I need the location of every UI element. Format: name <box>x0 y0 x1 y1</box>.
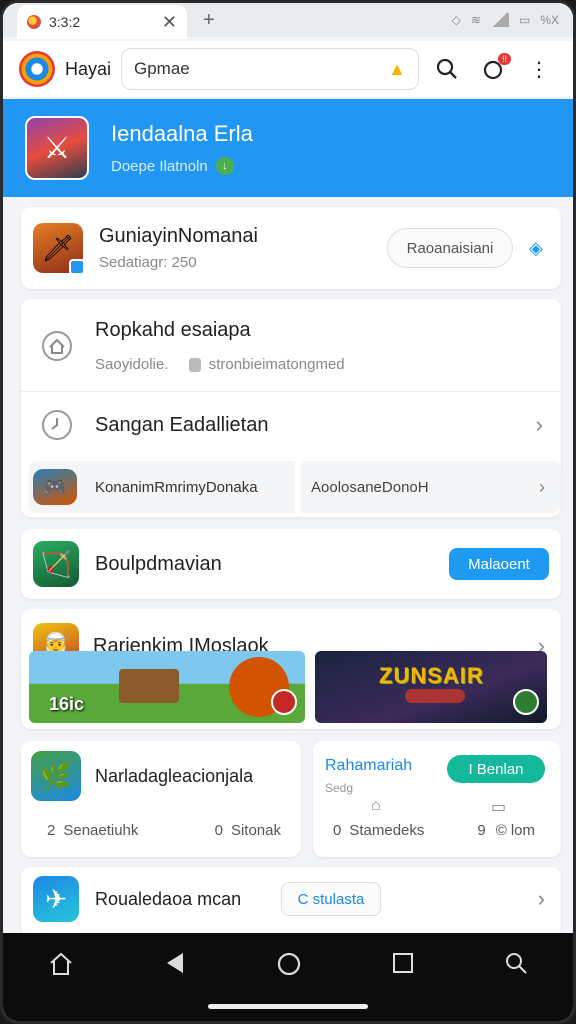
wifi-icon: ≋ <box>470 13 481 27</box>
copyright-icon: © <box>495 822 507 839</box>
stat-count: 0 <box>333 822 342 839</box>
game-title: GuniayinNomanai <box>99 225 258 247</box>
menu-row-title: Sangan Eadallietan <box>95 413 269 436</box>
clock-icon <box>42 410 72 440</box>
game-title: Boulpdmavian <box>95 552 222 575</box>
menu-subtitle-left: Saoyidolie. <box>95 356 169 373</box>
strip-left-text: KonanimRmrimyDonaka <box>95 478 258 496</box>
menu-row-home[interactable]: Ropkahd esaiapa Saoyidolie. stronbieimat… <box>21 299 561 373</box>
banner-tag: 16ic <box>49 694 85 714</box>
stat-label: lom <box>510 822 535 839</box>
game-card-1[interactable]: 🗡 GuniayinNomanai Sedatiagr: 250 Raoanai… <box>21 207 561 289</box>
stat-label: Stamedeks <box>349 822 425 839</box>
search-icon[interactable] <box>504 951 528 975</box>
home-icon <box>42 331 72 361</box>
game-card-3[interactable]: 🏹 Boulpdmavian Malaoent <box>21 529 561 599</box>
menu-title: Ropkahd esaiapa <box>95 319 251 341</box>
search-field[interactable]: Gpmae ▲ <box>121 48 419 90</box>
stat-count: 9 <box>477 822 486 839</box>
menu-card: Ropkahd esaiapa Saoyidolie. stronbieimat… <box>21 299 561 517</box>
stats-card-right[interactable]: Rahamariah Sedg I Benlan ⌂ ▭ 0 Stamedeks… <box>313 741 561 857</box>
game-banner-2[interactable]: ZUNSAIR <box>315 651 547 723</box>
card-title: Narladagleacionjala <box>95 765 254 786</box>
recents-icon[interactable] <box>391 951 415 975</box>
tab-favicon-icon <box>27 15 41 29</box>
game-banner-1[interactable]: 16ic <box>29 651 305 723</box>
download-icon[interactable]: ↓ <box>215 157 234 175</box>
game-subtitle: Sedatiagr: 250 <box>99 254 197 271</box>
menu-row-settings[interactable]: Sangan Eadallietan › <box>41 409 543 441</box>
tag-icon <box>188 358 201 373</box>
shield-icon: ◇ <box>451 13 461 27</box>
chevron-right-icon[interactable]: › <box>538 886 545 912</box>
home-circle-icon[interactable] <box>276 951 302 977</box>
signal-icon <box>490 13 509 27</box>
game-thumbnail: ✈ <box>33 876 79 922</box>
tab-title: 3:3:2 <box>49 14 81 30</box>
menu-subtitle-right: stronbieimatongmed <box>208 356 345 373</box>
new-tab-icon[interactable]: + <box>203 9 215 32</box>
warning-icon[interactable]: ▲ <box>388 59 406 80</box>
status-text: %X <box>540 13 559 27</box>
banner-logo: ZUNSAIR <box>379 663 484 688</box>
bottom-navigation <box>3 933 573 1021</box>
diamond-icon[interactable]: ◈ <box>529 238 549 259</box>
strip-thumbnail: 🎮 <box>33 469 77 505</box>
browser-tab[interactable]: 3:3:2 ✕ <box>17 5 187 39</box>
chevron-right-icon[interactable]: › <box>539 477 545 498</box>
notifications-icon[interactable]: !! <box>475 51 511 87</box>
game-thumbnail: 🗡 <box>33 223 85 275</box>
action-button[interactable]: Raoanaisiani <box>387 228 513 268</box>
card-title: Rahamariah <box>325 757 413 774</box>
status-bar: 3:3:2 ✕ + ◇ ≋ ▭ %X <box>3 3 573 39</box>
featured-banner[interactable]: ⚔ Iendaalna Erla Doepe Ilatnoln ↓ <box>3 99 573 197</box>
home-indicator[interactable] <box>208 1004 368 1009</box>
featured-title: Iendaalna Erla <box>111 121 253 146</box>
screen-icon: ▭ <box>491 799 507 816</box>
stat-count: 2 <box>47 822 56 839</box>
more-menu-icon[interactable]: ⋮ <box>521 51 557 87</box>
phone-frame: 3:3:2 ✕ + ◇ ≋ ▭ %X Hayai Gpmae ▲ !! ⋮ ⚔ <box>0 0 576 1024</box>
action-button[interactable]: C stulasta <box>281 882 381 916</box>
game-thumbnail: 🌿 <box>31 751 81 801</box>
stats-card-left[interactable]: 🌿 Narladagleacionjala 2 Senaetiuhk 0 Sit… <box>21 741 301 857</box>
search-value: Gpmae <box>134 59 190 78</box>
stat-label: Sitonak <box>230 822 281 839</box>
stat-count: 0 <box>214 822 223 839</box>
app-bar: Hayai Gpmae ▲ !! ⋮ <box>3 41 573 97</box>
status-icons: ◇ ≋ ▭ %X <box>452 13 559 27</box>
tab-close-icon[interactable]: ✕ <box>162 12 177 33</box>
badge-icon <box>271 689 297 715</box>
featured-subtitle: Doepe Ilatnoln <box>111 157 208 175</box>
app-logo-icon[interactable] <box>19 51 55 87</box>
search-icon[interactable] <box>429 51 465 87</box>
badge-icon <box>513 689 539 715</box>
battery-icon: ▭ <box>518 13 531 27</box>
featured-game-art: ⚔ <box>25 116 89 180</box>
game-card-7[interactable]: ✈ Roualedaoa mcan C stulasta › <box>21 867 561 937</box>
home-icon[interactable] <box>48 951 74 977</box>
game-strip[interactable]: 🎮 KonanimRmrimyDonaka AoolosaneDonoH › <box>29 461 561 513</box>
notification-badge: !! <box>497 53 511 65</box>
game-thumbnail: 🏹 <box>33 541 79 587</box>
bell-icon: ⌂ <box>371 797 381 814</box>
chevron-right-icon[interactable]: › <box>536 412 543 438</box>
strip-right-text: AoolosaneDonoH <box>311 478 429 496</box>
game-title: Roualedaoa mcan <box>95 888 242 909</box>
app-name: Hayai <box>65 58 112 79</box>
banner-card: 🧝 Rarienkim IMoslaok › 16ic ZUNSAIR <box>21 609 561 729</box>
action-button[interactable]: I Benlan <box>447 755 545 783</box>
stat-label: Senaetiuhk <box>63 822 139 839</box>
card-subtitle: Sedg <box>325 781 354 795</box>
action-button[interactable]: Malaoent <box>449 548 549 580</box>
back-icon[interactable] <box>163 951 187 975</box>
